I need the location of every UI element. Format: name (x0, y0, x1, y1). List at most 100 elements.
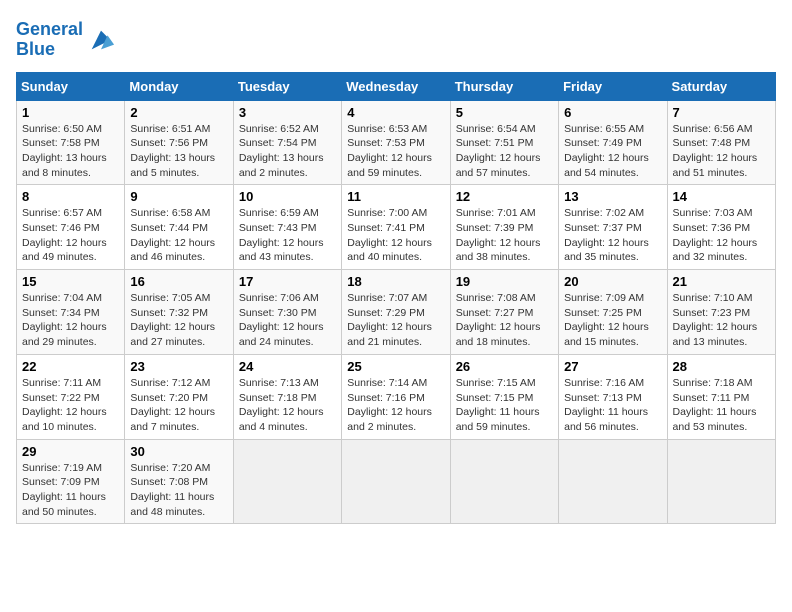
cell-date-number: 15 (22, 274, 119, 289)
calendar-cell: 26 Sunrise: 7:15 AM Sunset: 7:15 PM Dayli… (450, 354, 558, 439)
day-header-saturday: Saturday (667, 72, 775, 100)
cell-date-number: 4 (347, 105, 444, 120)
calendar-cell: 25 Sunrise: 7:14 AM Sunset: 7:16 PM Dayli… (342, 354, 450, 439)
cell-date-number: 28 (673, 359, 770, 374)
cell-info: Sunrise: 7:15 AM Sunset: 7:15 PM Dayligh… (456, 376, 553, 435)
cell-info: Sunrise: 7:04 AM Sunset: 7:34 PM Dayligh… (22, 291, 119, 350)
cell-info: Sunrise: 7:16 AM Sunset: 7:13 PM Dayligh… (564, 376, 661, 435)
calendar-cell: 2 Sunrise: 6:51 AM Sunset: 7:56 PM Daylig… (125, 100, 233, 185)
cell-info: Sunrise: 7:20 AM Sunset: 7:08 PM Dayligh… (130, 461, 227, 520)
calendar-cell: 11 Sunrise: 7:00 AM Sunset: 7:41 PM Dayli… (342, 185, 450, 270)
calendar-header: SundayMondayTuesdayWednesdayThursdayFrid… (17, 72, 776, 100)
cell-date-number: 8 (22, 189, 119, 204)
calendar-cell: 16 Sunrise: 7:05 AM Sunset: 7:32 PM Dayli… (125, 270, 233, 355)
cell-info: Sunrise: 7:09 AM Sunset: 7:25 PM Dayligh… (564, 291, 661, 350)
cell-date-number: 1 (22, 105, 119, 120)
calendar-cell: 3 Sunrise: 6:52 AM Sunset: 7:54 PM Daylig… (233, 100, 341, 185)
day-header-wednesday: Wednesday (342, 72, 450, 100)
logo-text: General (16, 20, 83, 40)
calendar-cell (233, 439, 341, 524)
cell-date-number: 3 (239, 105, 336, 120)
cell-info: Sunrise: 7:01 AM Sunset: 7:39 PM Dayligh… (456, 206, 553, 265)
cell-date-number: 5 (456, 105, 553, 120)
cell-info: Sunrise: 6:56 AM Sunset: 7:48 PM Dayligh… (673, 122, 770, 181)
calendar-cell (559, 439, 667, 524)
day-header-sunday: Sunday (17, 72, 125, 100)
cell-info: Sunrise: 7:03 AM Sunset: 7:36 PM Dayligh… (673, 206, 770, 265)
cell-info: Sunrise: 7:18 AM Sunset: 7:11 PM Dayligh… (673, 376, 770, 435)
cell-info: Sunrise: 7:11 AM Sunset: 7:22 PM Dayligh… (22, 376, 119, 435)
cell-info: Sunrise: 7:19 AM Sunset: 7:09 PM Dayligh… (22, 461, 119, 520)
calendar-week-1: 1 Sunrise: 6:50 AM Sunset: 7:58 PM Daylig… (17, 100, 776, 185)
logo-text2: Blue (16, 40, 83, 60)
cell-date-number: 17 (239, 274, 336, 289)
calendar-cell: 10 Sunrise: 6:59 AM Sunset: 7:43 PM Dayli… (233, 185, 341, 270)
calendar-cell: 24 Sunrise: 7:13 AM Sunset: 7:18 PM Dayli… (233, 354, 341, 439)
calendar-cell: 13 Sunrise: 7:02 AM Sunset: 7:37 PM Dayli… (559, 185, 667, 270)
cell-date-number: 18 (347, 274, 444, 289)
cell-info: Sunrise: 6:59 AM Sunset: 7:43 PM Dayligh… (239, 206, 336, 265)
calendar-cell: 27 Sunrise: 7:16 AM Sunset: 7:13 PM Dayli… (559, 354, 667, 439)
calendar-cell: 19 Sunrise: 7:08 AM Sunset: 7:27 PM Dayli… (450, 270, 558, 355)
cell-info: Sunrise: 6:52 AM Sunset: 7:54 PM Dayligh… (239, 122, 336, 181)
calendar-cell (667, 439, 775, 524)
calendar-week-3: 15 Sunrise: 7:04 AM Sunset: 7:34 PM Dayli… (17, 270, 776, 355)
logo: General Blue (16, 20, 115, 60)
cell-date-number: 2 (130, 105, 227, 120)
header: General Blue (16, 16, 776, 60)
cell-date-number: 30 (130, 444, 227, 459)
cell-date-number: 23 (130, 359, 227, 374)
calendar-cell: 6Sunrise: 6:55 AM Sunset: 7:49 PM Daylig… (559, 100, 667, 185)
logo-icon (87, 26, 115, 54)
cell-info: Sunrise: 7:05 AM Sunset: 7:32 PM Dayligh… (130, 291, 227, 350)
cell-info: Sunrise: 7:06 AM Sunset: 7:30 PM Dayligh… (239, 291, 336, 350)
calendar-cell: 8 Sunrise: 6:57 AM Sunset: 7:46 PM Daylig… (17, 185, 125, 270)
calendar-cell: 22 Sunrise: 7:11 AM Sunset: 7:22 PM Dayli… (17, 354, 125, 439)
cell-info: Sunrise: 7:14 AM Sunset: 7:16 PM Dayligh… (347, 376, 444, 435)
cell-date-number: 13 (564, 189, 661, 204)
calendar-cell: 4 Sunrise: 6:53 AM Sunset: 7:53 PM Daylig… (342, 100, 450, 185)
cell-info: Sunrise: 7:07 AM Sunset: 7:29 PM Dayligh… (347, 291, 444, 350)
calendar-cell: 1 Sunrise: 6:50 AM Sunset: 7:58 PM Daylig… (17, 100, 125, 185)
calendar-cell: 12Sunrise: 7:01 AM Sunset: 7:39 PM Dayli… (450, 185, 558, 270)
cell-info: Sunrise: 7:13 AM Sunset: 7:18 PM Dayligh… (239, 376, 336, 435)
cell-info: Sunrise: 7:12 AM Sunset: 7:20 PM Dayligh… (130, 376, 227, 435)
calendar-cell (450, 439, 558, 524)
cell-date-number: 27 (564, 359, 661, 374)
calendar-cell: 14Sunrise: 7:03 AM Sunset: 7:36 PM Dayli… (667, 185, 775, 270)
cell-date-number: 11 (347, 189, 444, 204)
calendar-week-5: 29Sunrise: 7:19 AM Sunset: 7:09 PM Dayli… (17, 439, 776, 524)
cell-info: Sunrise: 6:55 AM Sunset: 7:49 PM Dayligh… (564, 122, 661, 181)
cell-info: Sunrise: 6:53 AM Sunset: 7:53 PM Dayligh… (347, 122, 444, 181)
cell-info: Sunrise: 6:50 AM Sunset: 7:58 PM Dayligh… (22, 122, 119, 181)
cell-date-number: 9 (130, 189, 227, 204)
cell-info: Sunrise: 7:00 AM Sunset: 7:41 PM Dayligh… (347, 206, 444, 265)
calendar-cell: 28 Sunrise: 7:18 AM Sunset: 7:11 PM Dayli… (667, 354, 775, 439)
cell-date-number: 24 (239, 359, 336, 374)
cell-date-number: 7 (673, 105, 770, 120)
cell-date-number: 19 (456, 274, 553, 289)
cell-date-number: 16 (130, 274, 227, 289)
calendar-cell: 17 Sunrise: 7:06 AM Sunset: 7:30 PM Dayli… (233, 270, 341, 355)
day-header-tuesday: Tuesday (233, 72, 341, 100)
cell-info: Sunrise: 6:57 AM Sunset: 7:46 PM Dayligh… (22, 206, 119, 265)
cell-info: Sunrise: 6:51 AM Sunset: 7:56 PM Dayligh… (130, 122, 227, 181)
calendar-cell: 30 Sunrise: 7:20 AM Sunset: 7:08 PM Dayli… (125, 439, 233, 524)
calendar-cell: 29Sunrise: 7:19 AM Sunset: 7:09 PM Dayli… (17, 439, 125, 524)
cell-date-number: 22 (22, 359, 119, 374)
day-header-thursday: Thursday (450, 72, 558, 100)
calendar-week-2: 8 Sunrise: 6:57 AM Sunset: 7:46 PM Daylig… (17, 185, 776, 270)
calendar-cell: 5Sunrise: 6:54 AM Sunset: 7:51 PM Daylig… (450, 100, 558, 185)
cell-date-number: 25 (347, 359, 444, 374)
cell-date-number: 21 (673, 274, 770, 289)
calendar-cell: 21 Sunrise: 7:10 AM Sunset: 7:23 PM Dayli… (667, 270, 775, 355)
calendar-cell: 15 Sunrise: 7:04 AM Sunset: 7:34 PM Dayli… (17, 270, 125, 355)
cell-info: Sunrise: 6:58 AM Sunset: 7:44 PM Dayligh… (130, 206, 227, 265)
cell-info: Sunrise: 7:02 AM Sunset: 7:37 PM Dayligh… (564, 206, 661, 265)
calendar-cell: 7 Sunrise: 6:56 AM Sunset: 7:48 PM Daylig… (667, 100, 775, 185)
cell-info: Sunrise: 7:08 AM Sunset: 7:27 PM Dayligh… (456, 291, 553, 350)
calendar-table: SundayMondayTuesdayWednesdayThursdayFrid… (16, 72, 776, 525)
cell-date-number: 26 (456, 359, 553, 374)
cell-info: Sunrise: 7:10 AM Sunset: 7:23 PM Dayligh… (673, 291, 770, 350)
cell-date-number: 10 (239, 189, 336, 204)
